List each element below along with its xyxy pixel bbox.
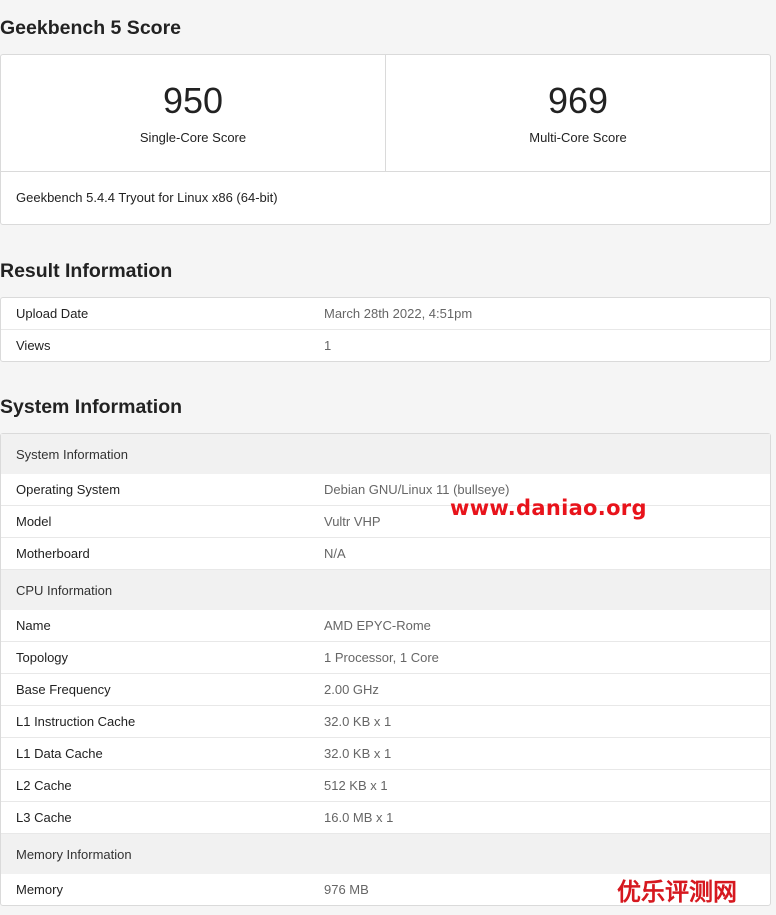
l3-cache-value: 16.0 MB x 1	[309, 801, 770, 834]
cpu-name-value: AMD EPYC-Rome	[309, 610, 770, 642]
table-row: L2 Cache 512 KB x 1	[1, 769, 770, 802]
table-row: Operating System Debian GNU/Linux 11 (bu…	[1, 474, 770, 506]
upload-date-value: March 28th 2022, 4:51pm	[309, 298, 770, 330]
score-card: 950 Single-Core Score 969 Multi-Core Sco…	[0, 54, 771, 225]
single-core-score: 950	[162, 80, 224, 121]
result-section-title: Result Information	[0, 260, 173, 282]
table-row: Topology 1 Processor, 1 Core	[1, 641, 770, 674]
table-row: Model Vultr VHP	[1, 505, 770, 538]
group-header-memory: Memory Information	[1, 833, 770, 874]
views-label: Views	[16, 338, 51, 353]
l1-data-cache-value: 32.0 KB x 1	[309, 737, 770, 770]
system-card: System Information Operating System Debi…	[0, 433, 771, 906]
cpu-name-label: Name	[1, 610, 309, 642]
base-frequency-value: 2.00 GHz	[309, 673, 770, 706]
l1-data-cache-label: L1 Data Cache	[1, 737, 309, 770]
site-logo-watermark: 优乐评测网	[617, 878, 737, 906]
memory-label: Memory	[16, 882, 63, 897]
l2-cache-value: 512 KB x 1	[309, 769, 770, 802]
table-row: Base Frequency 2.00 GHz	[1, 673, 770, 706]
table-row: Upload Date March 28th 2022, 4:51pm	[1, 298, 770, 330]
system-section-title: System Information	[0, 396, 183, 418]
multi-core-cell: 969 Multi-Core Score	[385, 55, 770, 171]
single-core-cell: 950 Single-Core Score	[1, 55, 385, 171]
cpu-info-heading: CPU Information	[1, 569, 770, 610]
model-label: Model	[1, 505, 309, 538]
table-row: Views 1	[1, 330, 770, 362]
l3-cache-label: L3 Cache	[1, 801, 309, 834]
operating-system-label: Operating System	[1, 474, 309, 506]
group-header-cpu: CPU Information	[1, 569, 770, 610]
table-row: Name AMD EPYC-Rome	[1, 610, 770, 642]
result-card: Upload Date March 28th 2022, 4:51pm View…	[0, 297, 771, 362]
system-table: System Information Operating System Debi…	[1, 434, 770, 905]
table-row: Motherboard N/A	[1, 537, 770, 570]
multi-core-score: 969	[547, 80, 609, 121]
group-header-system: System Information	[1, 434, 770, 474]
topology-label: Topology	[1, 641, 309, 674]
score-section-title: Geekbench 5 Score	[0, 17, 182, 39]
motherboard-label: Motherboard	[1, 537, 309, 570]
motherboard-value: N/A	[309, 537, 770, 570]
table-row: L3 Cache 16.0 MB x 1	[1, 801, 770, 834]
l1-instruction-cache-value: 32.0 KB x 1	[309, 705, 770, 738]
l2-cache-label: L2 Cache	[1, 769, 309, 802]
geekbench-version: Geekbench 5.4.4 Tryout for Linux x86 (64…	[16, 190, 278, 205]
single-core-label: Single-Core Score	[139, 130, 247, 145]
multi-core-label: Multi-Core Score	[529, 130, 627, 145]
memory-info-heading: Memory Information	[1, 833, 770, 874]
system-info-heading: System Information	[1, 434, 770, 474]
views-value: 1	[324, 338, 332, 353]
table-row: L1 Instruction Cache 32.0 KB x 1	[1, 705, 770, 738]
upload-date-label: Upload Date	[1, 298, 309, 330]
l1-instruction-cache-label: L1 Instruction Cache	[1, 705, 309, 738]
result-table: Upload Date March 28th 2022, 4:51pm View…	[1, 298, 770, 361]
table-row: L1 Data Cache 32.0 KB x 1	[1, 737, 770, 770]
base-frequency-label: Base Frequency	[1, 673, 309, 706]
score-row: 950 Single-Core Score 969 Multi-Core Sco…	[1, 55, 770, 172]
site-url-watermark: www.daniao.org	[450, 496, 647, 520]
topology-value: 1 Processor, 1 Core	[309, 641, 770, 674]
